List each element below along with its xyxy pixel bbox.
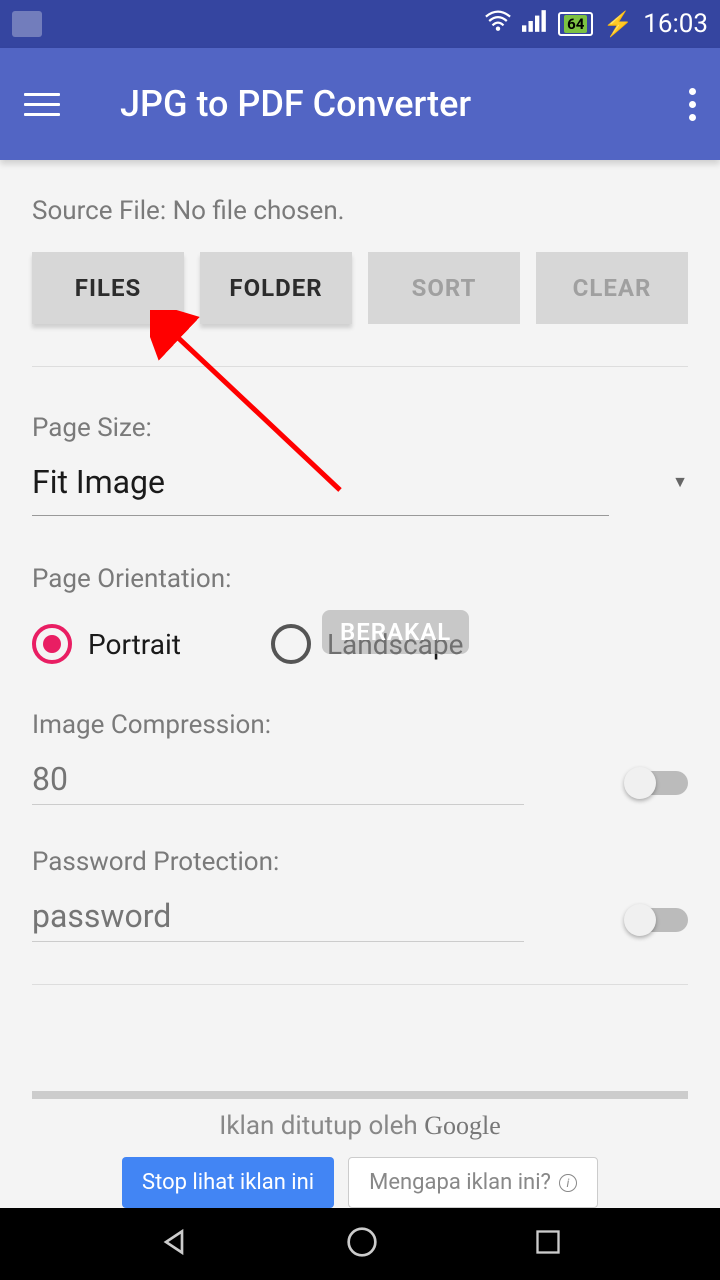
notification-icon	[12, 11, 42, 37]
dropdown-arrow-icon: ▼	[672, 472, 688, 492]
page-size-label: Page Size:	[32, 413, 688, 443]
wifi-icon	[484, 10, 512, 38]
portrait-label: Portrait	[88, 628, 181, 661]
image-compression-toggle[interactable]	[626, 771, 688, 795]
divider	[32, 366, 688, 367]
radio-unselected-icon	[271, 624, 311, 664]
page-size-value: Fit Image	[32, 463, 165, 501]
radio-selected-icon	[32, 624, 72, 664]
hamburger-menu-icon[interactable]	[24, 93, 60, 116]
status-time: 16:03	[643, 9, 708, 39]
recent-nav-icon[interactable]	[534, 1228, 562, 1260]
home-nav-icon[interactable]	[346, 1226, 378, 1262]
why-ads-button[interactable]: Mengapa iklan ini? i	[348, 1157, 598, 1208]
status-bar: 64 ⚡ 16:03	[0, 0, 720, 48]
google-logo-text: Google	[424, 1111, 501, 1140]
divider	[32, 984, 688, 985]
battery-level: 64	[564, 15, 587, 33]
files-button[interactable]: FILES	[32, 252, 184, 324]
image-compression-input[interactable]	[32, 760, 524, 805]
password-input[interactable]	[32, 897, 524, 942]
back-nav-icon[interactable]	[158, 1226, 190, 1262]
page-size-dropdown[interactable]: Fit Image ▼	[32, 463, 688, 511]
app-title: JPG to PDF Converter	[120, 83, 689, 125]
underline	[32, 515, 609, 516]
app-bar: JPG to PDF Converter	[0, 48, 720, 160]
ad-divider	[32, 1091, 688, 1099]
password-toggle[interactable]	[626, 908, 688, 932]
ad-closed-text: Iklan ditutup oleh Google	[0, 1111, 720, 1141]
signal-icon	[522, 10, 548, 38]
image-compression-label: Image Compression:	[32, 710, 688, 740]
portrait-radio[interactable]: Portrait	[32, 624, 181, 664]
sort-button[interactable]: SORT	[368, 252, 520, 324]
stop-ads-button[interactable]: Stop lihat iklan ini	[122, 1157, 334, 1208]
charging-icon: ⚡	[603, 10, 633, 38]
page-orientation-label: Page Orientation:	[32, 564, 688, 594]
info-icon: i	[559, 1174, 577, 1192]
ad-section: Iklan ditutup oleh Google Stop lihat ikl…	[0, 1091, 720, 1208]
password-protection-label: Password Protection:	[32, 847, 688, 877]
folder-button[interactable]: FOLDER	[200, 252, 352, 324]
watermark-badge: BERAKAL	[322, 610, 469, 654]
clear-button[interactable]: CLEAR	[536, 252, 688, 324]
source-file-label: Source File: No file chosen.	[32, 196, 688, 226]
battery-icon: 64	[558, 12, 593, 36]
more-options-icon[interactable]	[689, 88, 696, 121]
navigation-bar	[0, 1208, 720, 1280]
